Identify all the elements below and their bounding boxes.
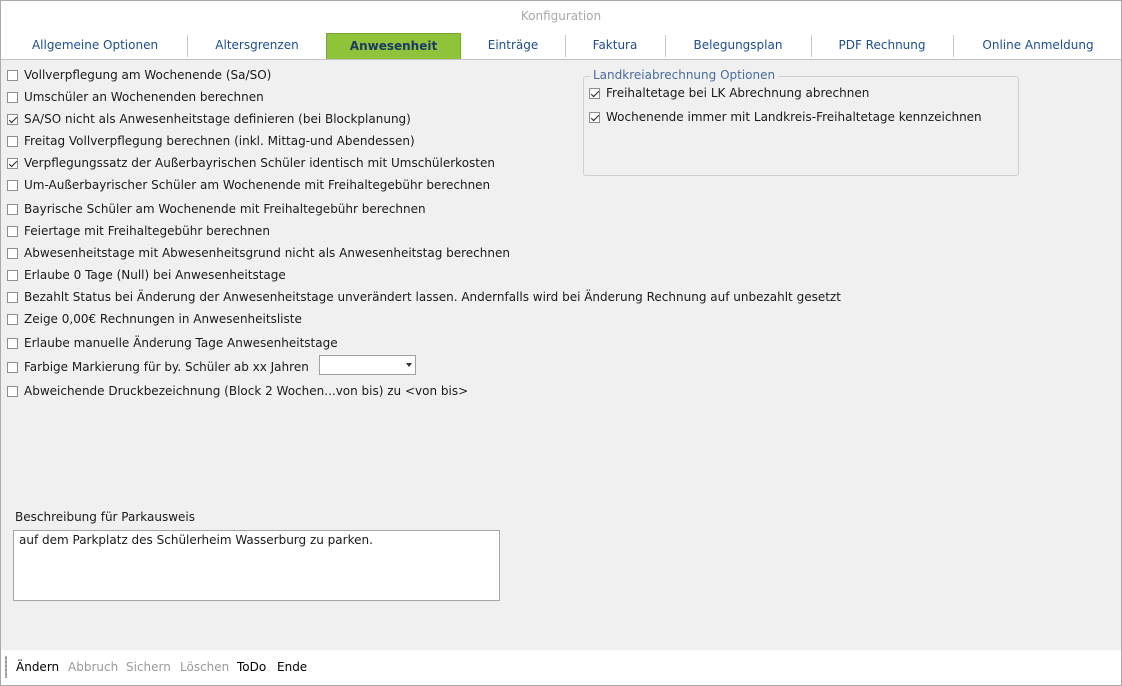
checkbox[interactable] [7, 113, 18, 125]
checkbox[interactable] [7, 247, 18, 259]
anwesenheit-panel: Vollverpflegung am Wochenende (Sa/SO) Um… [1, 59, 1121, 650]
tab-online-anmeldung[interactable]: Online Anmeldung [955, 33, 1121, 58]
option-label: Wochenende immer mit Landkreis-Freihalte… [606, 110, 982, 124]
option-bezahlt-status[interactable]: Bezahlt Status bei Änderung der Anwesenh… [7, 289, 841, 305]
option-label: Abwesenheitstage mit Abwesenheitsgrund n… [24, 246, 510, 260]
option-label: Um-Außerbayrischer Schüler am Wochenende… [24, 178, 491, 192]
loeschen-button[interactable]: Löschen [180, 660, 229, 674]
checkbox[interactable] [7, 203, 18, 215]
tab-pdf-rechnung[interactable]: PDF Rechnung [813, 33, 951, 58]
checkbox[interactable] [7, 313, 18, 325]
checkbox[interactable] [7, 69, 18, 81]
option-label: Erlaube 0 Tage (Null) bei Anwesenheitsta… [24, 268, 286, 282]
option-freitag-vollverpflegung[interactable]: Freitag Vollverpflegung berechnen (inkl.… [7, 133, 415, 149]
tab-separator [665, 35, 666, 57]
tab-separator [565, 35, 566, 57]
tab-separator [187, 35, 188, 57]
aendern-button[interactable]: Ändern [16, 660, 59, 674]
option-bayrisch-freihaltegebuehr[interactable]: Bayrische Schüler am Wochenende mit Frei… [7, 201, 426, 217]
landkreis-group-title: Landkreiabrechnung Optionen [590, 68, 779, 82]
option-erlaube-null-tage[interactable]: Erlaube 0 Tage (Null) bei Anwesenheitsta… [7, 267, 286, 283]
tab-separator [953, 35, 954, 57]
sichern-button[interactable]: Sichern [126, 660, 171, 674]
checkbox[interactable] [7, 337, 18, 349]
option-abweichende-druckbezeichnung[interactable]: Abweichende Druckbezeichnung (Block 2 Wo… [7, 383, 468, 399]
checkbox[interactable] [589, 111, 600, 123]
option-lk-freihaltetage[interactable]: Freihaltetage bei LK Abrechnung abrechne… [589, 85, 869, 101]
option-feiertage-freihaltegebuehr[interactable]: Feiertage mit Freihaltegebühr berechnen [7, 223, 270, 239]
tab-altersgrenzen[interactable]: Altersgrenzen [189, 33, 325, 58]
checkbox[interactable] [7, 157, 18, 169]
option-lk-wochenende[interactable]: Wochenende immer mit Landkreis-Freihalte… [589, 109, 982, 125]
checkbox[interactable] [7, 269, 18, 281]
option-label: Feiertage mit Freihaltegebühr berechnen [24, 224, 270, 238]
option-label: Farbige Markierung für by. Schüler ab xx… [24, 360, 309, 374]
tab-anwesenheit[interactable]: Anwesenheit [326, 33, 461, 60]
option-label: Abweichende Druckbezeichnung (Block 2 Wo… [24, 384, 469, 398]
option-umschueler-wochenenden[interactable]: Umschüler an Wochenenden berechnen [7, 89, 264, 105]
footer-toolbar: Ändern Abbruch Sichern Löschen ToDo Ende [1, 650, 1121, 685]
option-zeige-null-rechnungen[interactable]: Zeige 0,00€ Rechnungen in Anwesenheitsli… [7, 311, 302, 327]
tab-bar: Allgemeine Optionen Altersgrenzen Anwese… [1, 33, 1121, 60]
tab-belegungsplan[interactable]: Belegungsplan [667, 33, 809, 58]
tab-allgemeine-optionen[interactable]: Allgemeine Optionen [5, 33, 185, 58]
option-label: Umschüler an Wochenenden berechnen [24, 90, 264, 104]
checkbox[interactable] [589, 87, 600, 99]
option-farbige-markierung[interactable]: Farbige Markierung für by. Schüler ab xx… [7, 359, 309, 375]
tab-eintraege[interactable]: Einträge [463, 33, 563, 58]
option-label: Bezahlt Status bei Änderung der Anwesenh… [24, 290, 841, 304]
option-label: Vollverpflegung am Wochenende (Sa/SO) [24, 68, 272, 82]
age-select[interactable] [319, 355, 416, 375]
option-manuelle-aenderung[interactable]: Erlaube manuelle Änderung Tage Anwesenhe… [7, 335, 338, 351]
todo-button[interactable]: ToDo [237, 660, 266, 674]
option-vollverpflegung-wochenende[interactable]: Vollverpflegung am Wochenende (Sa/SO) [7, 67, 271, 83]
tab-faktura[interactable]: Faktura [567, 33, 663, 58]
tab-separator [811, 35, 812, 57]
config-window: Konfiguration Allgemeine Optionen Alters… [0, 0, 1122, 686]
option-label: SA/SO nicht als Anwesenheitstage definie… [24, 112, 411, 126]
parkausweis-label: Beschreibung für Parkausweis [15, 510, 196, 524]
option-label: Erlaube manuelle Änderung Tage Anwesenhe… [24, 336, 338, 350]
chevron-down-icon[interactable] [406, 363, 412, 367]
checkbox[interactable] [7, 385, 18, 397]
checkbox[interactable] [7, 291, 18, 303]
option-label: Freihaltetage bei LK Abrechnung abrechne… [606, 86, 870, 100]
option-um-ausserbayrisch-freihaltegebuehr[interactable]: Um-Außerbayrischer Schüler am Wochenende… [7, 177, 490, 193]
ende-button[interactable]: Ende [277, 660, 307, 674]
option-label: Zeige 0,00€ Rechnungen in Anwesenheitsli… [24, 312, 302, 326]
parkausweis-textarea[interactable]: auf dem Parkplatz des Schülerheim Wasser… [13, 530, 500, 601]
checkbox[interactable] [7, 225, 18, 237]
option-label: Verpflegungssatz der Außerbayrischen Sch… [24, 156, 495, 170]
option-label: Freitag Vollverpflegung berechnen (inkl.… [24, 134, 415, 148]
option-abwesenheitstage-grund[interactable]: Abwesenheitstage mit Abwesenheitsgrund n… [7, 245, 510, 261]
toolbar-grip-icon[interactable] [5, 656, 7, 678]
checkbox[interactable] [7, 179, 18, 191]
checkbox[interactable] [7, 135, 18, 147]
option-label: Bayrische Schüler am Wochenende mit Frei… [24, 202, 426, 216]
option-saso-nicht-anwesenheitstage[interactable]: SA/SO nicht als Anwesenheitstage definie… [7, 111, 411, 127]
checkbox[interactable] [7, 91, 18, 103]
window-title: Konfiguration [520, 9, 602, 23]
checkbox[interactable] [7, 361, 18, 373]
option-verpflegungssatz-ausserbayrisch[interactable]: Verpflegungssatz der Außerbayrischen Sch… [7, 155, 495, 171]
abbruch-button[interactable]: Abbruch [68, 660, 118, 674]
